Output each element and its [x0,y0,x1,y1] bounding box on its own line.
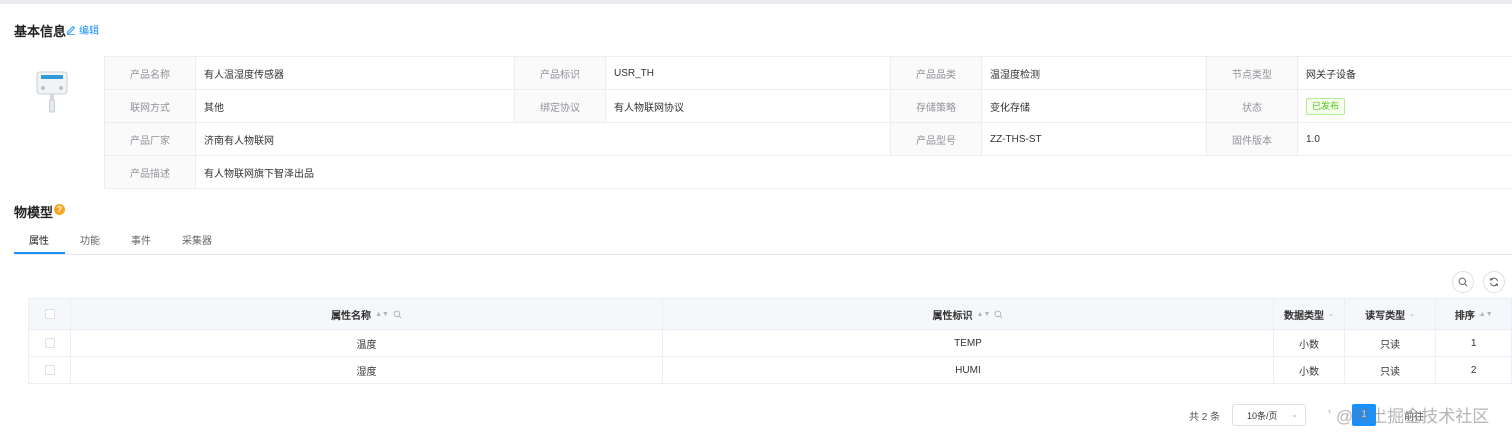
column-header-label: 排序 [1454,310,1475,322]
tab-collectors[interactable]: 采集器 [182,232,212,247]
refresh-button[interactable] [1483,271,1505,293]
field-label: 联网方式 [104,89,196,123]
basic-info-title: 基本信息 [14,24,67,39]
tab-functions[interactable]: 功能 [80,232,100,247]
column-header[interactable]: 属性名称 ▲▼ [70,298,663,330]
field-label: 状态 [1206,89,1298,123]
search-button[interactable] [1452,271,1474,293]
product-key-value: USR_TH [605,56,891,90]
product-info-table: 产品名称 有人温湿度传感器 产品标识 USR_TH 产品品类 温湿度检测 节点类… [104,56,1512,189]
column-header-label: 属性标识 [932,310,973,322]
select-all-checkbox[interactable] [44,308,55,319]
description-value: 有人物联网旗下智泽出品 [195,155,1512,189]
category-value: 温湿度检测 [981,56,1207,90]
field-label: 产品厂家 [104,122,196,156]
row-select-cell [27,329,72,357]
active-tab-indicator [14,252,65,254]
tab-properties[interactable]: 属性 [29,232,49,247]
cell-data-type: 小数 [1273,329,1345,357]
cell-sort: 2 [1435,356,1512,384]
column-header[interactable]: 属性标识 ▲▼ [661,298,1275,330]
network-value: 其他 [195,89,515,123]
next-page-button[interactable]: › [1382,406,1385,417]
product-name-value: 有人温湿度传感器 [195,56,515,90]
field-label: 固件版本 [1206,122,1298,156]
status-cell: 已发布 [1297,89,1512,123]
field-label: 存储策略 [890,89,982,123]
search-icon [1458,277,1468,287]
vendor-value: 济南有人物联网 [195,122,891,156]
page-size-value: 10条/页 [1247,410,1278,421]
firmware-value: 1.0 [1297,122,1512,156]
sort-icon[interactable]: ▲▼ [1479,311,1493,318]
thing-model-title: 物模型 [14,205,54,220]
protocol-value: 有人物联网协议 [605,89,891,123]
cell-rw-type: 只读 [1343,329,1437,357]
column-header-label: 数据类型 [1284,310,1325,322]
help-icon[interactable]: ? [54,204,65,215]
chevron-down-icon: ⌄ [1291,410,1298,419]
sort-icon[interactable]: ▲▼ [375,311,389,318]
field-label: 产品描述 [104,155,196,189]
row-checkbox[interactable] [44,364,55,375]
filter-search-icon[interactable] [994,310,1003,319]
page-number-button[interactable]: 1 [1352,404,1376,426]
field-label: 节点类型 [1206,56,1298,90]
field-label: 产品标识 [514,56,606,90]
pager-total: 共 2 条 [1189,412,1221,423]
edit-icon [66,25,76,35]
pager-jump-label: 前往 [1404,412,1424,423]
edit-label: 编辑 [79,26,99,37]
row-select-cell [27,356,72,384]
top-divider [0,0,1512,4]
cell-property-key: TEMP [661,329,1275,357]
chevron-down-icon[interactable]: ⌄ [1409,310,1415,318]
column-header[interactable]: 读写类型 ⌄ [1343,298,1437,330]
node-type-value: 网关子设备 [1297,56,1512,90]
column-header[interactable]: 数据类型 ⌄ [1273,298,1345,330]
properties-table: 属性名称 ▲▼ 属性标识 ▲▼ 数据类型 ⌄ 读写类型 ⌄ 排序 ▲▼ 温度 TEMP 小… [27,298,1512,384]
column-header-label: 读写类型 [1365,310,1406,322]
column-header-label: 属性名称 [331,310,372,322]
field-label: 产品名称 [104,56,196,90]
sort-icon[interactable]: ▲▼ [977,311,991,318]
tab-events[interactable]: 事件 [131,232,151,247]
cell-property-name: 湿度 [70,356,663,384]
storage-value: 变化存储 [981,89,1207,123]
cell-property-name: 温度 [70,329,663,357]
chevron-down-icon[interactable]: ⌄ [1328,310,1334,318]
row-checkbox[interactable] [44,337,55,348]
edit-button[interactable]: 编辑 [66,22,99,37]
column-header[interactable]: 排序 ▲▼ [1435,298,1512,330]
table-row[interactable]: 湿度 HUMI 小数 只读 2 [27,356,1512,384]
cell-data-type: 小数 [1273,356,1345,384]
cell-sort: 1 [1435,329,1512,357]
field-label: 产品品类 [890,56,982,90]
select-all-cell [27,298,72,330]
status-badge: 已发布 [1306,97,1346,115]
cell-property-key: HUMI [661,356,1275,384]
thing-model-tabs: 属性 功能 事件 采集器 [14,226,1512,255]
filter-search-icon[interactable] [393,310,402,319]
field-label: 绑定协议 [514,89,606,123]
model-value: ZZ-THS-ST [981,122,1207,156]
product-image [30,68,74,116]
cell-rw-type: 只读 [1343,356,1437,384]
table-row[interactable]: 温度 TEMP 小数 只读 1 [27,329,1512,357]
page-size-select[interactable]: 10条/页 ⌄ [1232,404,1306,426]
prev-page-button[interactable]: ‹ [1328,406,1331,417]
field-label: 产品型号 [890,122,982,156]
refresh-icon [1489,277,1499,287]
